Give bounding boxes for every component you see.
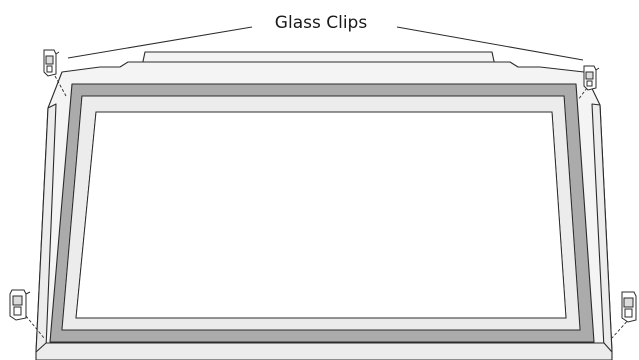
glass-clips-label: Glass Clips: [274, 13, 368, 33]
glass-clip-bottom-left-icon: [9, 289, 31, 321]
glass-clip-bottom-right-icon: [621, 291, 637, 323]
glass-clip-diagram: Glass Clips: [0, 0, 639, 360]
bottom-rail: [35, 342, 613, 360]
door-glass-assembly-drawing: [9, 26, 637, 360]
glass-clip-top-right-icon: [583, 65, 600, 91]
glass-clip-top-left-icon: [43, 49, 60, 77]
glass-panel: [75, 111, 567, 319]
